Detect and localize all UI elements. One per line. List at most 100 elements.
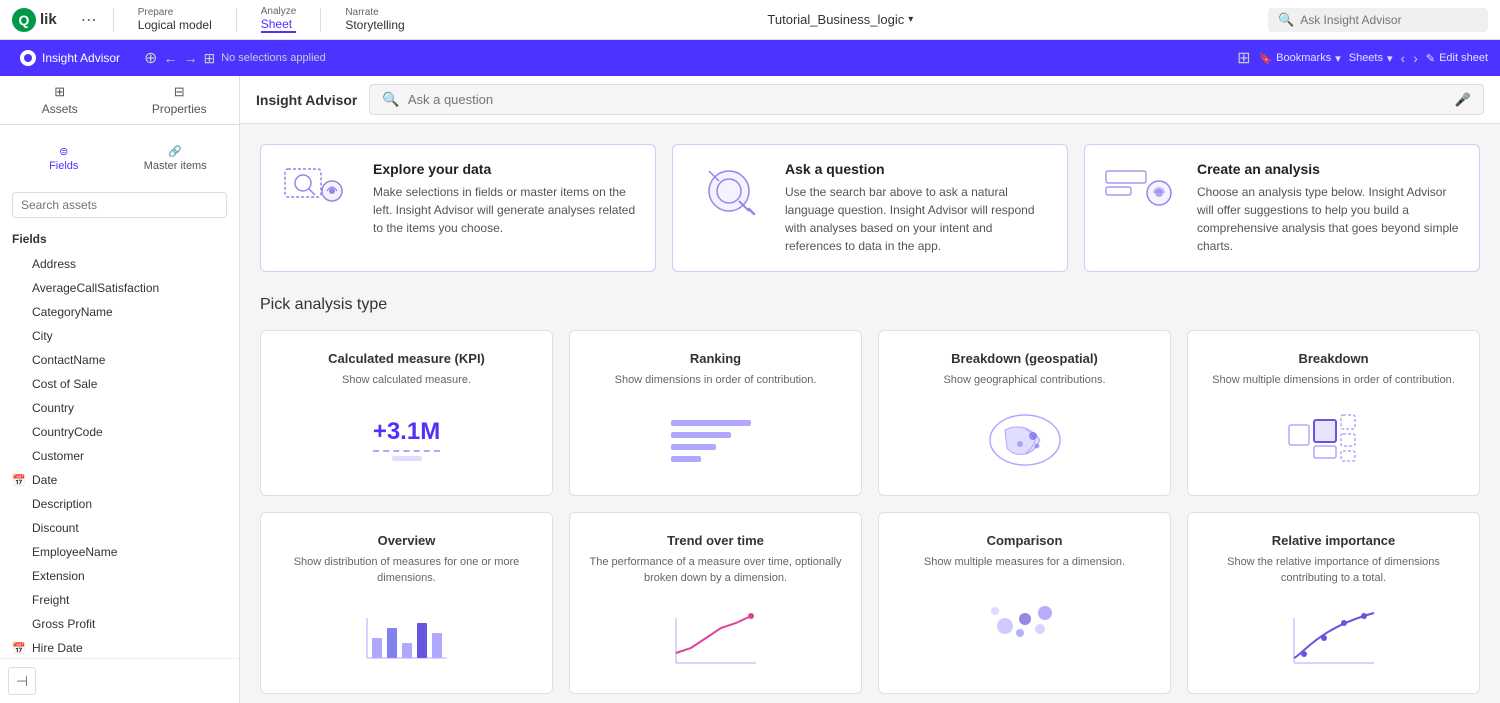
- prepare-nav-item[interactable]: Prepare Logical model: [130, 7, 220, 32]
- smart-search-icon[interactable]: ⊕: [144, 48, 157, 68]
- insight-advisor-title: Insight Advisor: [256, 92, 357, 108]
- field-item[interactable]: Customer: [0, 444, 239, 468]
- ask-insight-advisor-search[interactable]: 🔍: [1268, 8, 1488, 32]
- analysis-type-card[interactable]: Overview Show distribution of measures f…: [260, 512, 553, 694]
- collapse-sidebar-button[interactable]: ⊣: [8, 667, 36, 695]
- info-card-title: Explore your data: [373, 161, 639, 177]
- analysis-card-visual: +3.1M: [277, 405, 536, 475]
- info-card-icon: [277, 161, 357, 221]
- breakdown-visual: [1284, 410, 1384, 470]
- field-item[interactable]: CountryCode: [0, 420, 239, 444]
- properties-tab[interactable]: ⊟ Properties: [120, 76, 240, 124]
- field-item[interactable]: Description: [0, 492, 239, 516]
- chevron-down-icon: ▾: [908, 14, 913, 25]
- grid-view-icon[interactable]: ⊞: [1237, 48, 1250, 68]
- search-assets-container: [0, 184, 239, 226]
- field-item[interactable]: Gross Profit: [0, 612, 239, 636]
- field-item[interactable]: City: [0, 324, 239, 348]
- sheets-button[interactable]: Sheets ▾: [1349, 52, 1393, 65]
- properties-icon: ⊟: [174, 84, 185, 100]
- field-item[interactable]: AverageCallSatisfaction: [0, 276, 239, 300]
- edit-sheet-button[interactable]: ✎ Edit sheet: [1426, 52, 1488, 65]
- field-item[interactable]: 📅Date: [0, 468, 239, 492]
- dots-menu-icon[interactable]: ⋯: [81, 10, 97, 30]
- field-item[interactable]: ContactName: [0, 348, 239, 372]
- qlik-q-icon: Q: [12, 8, 36, 32]
- analysis-type-card[interactable]: Ranking Show dimensions in order of cont…: [569, 330, 862, 496]
- info-card-desc: Make selections in fields or master item…: [373, 183, 639, 237]
- pencil-icon: ✎: [1426, 52, 1435, 65]
- field-item[interactable]: CategoryName: [0, 300, 239, 324]
- sidebar-item-fields[interactable]: ⊜ Fields: [8, 137, 120, 180]
- relative-importance-visual: [1284, 608, 1384, 668]
- analysis-card-desc: Show dimensions in order of contribution…: [586, 372, 845, 389]
- ranking-visual: [666, 410, 766, 470]
- analyze-nav-item[interactable]: Analyze Sheet: [253, 6, 305, 33]
- sidebar-tabs: ⊞ Assets ⊟ Properties: [0, 76, 239, 125]
- analysis-type-card[interactable]: Comparison Show multiple measures for a …: [878, 512, 1171, 694]
- ia-search-bar[interactable]: 🔍 🎤: [369, 84, 1484, 115]
- field-item[interactable]: Freight: [0, 588, 239, 612]
- analysis-type-card[interactable]: Calculated measure (KPI) Show calculated…: [260, 330, 553, 496]
- field-item[interactable]: Address: [0, 252, 239, 276]
- analysis-card-visual: [277, 603, 536, 673]
- search-icon: 🔍: [382, 91, 399, 108]
- assets-tab[interactable]: ⊞ Assets: [0, 76, 120, 124]
- no-selections-text: No selections applied: [221, 52, 326, 64]
- nav-next-icon[interactable]: ›: [1413, 50, 1418, 66]
- analysis-card-desc: Show multiple dimensions in order of con…: [1204, 372, 1463, 389]
- toolbar-actions: ⊕ ← → ⊞ No selections applied: [136, 48, 334, 68]
- prepare-value: Logical model: [138, 18, 212, 32]
- analysis-card-title: Relative importance: [1204, 533, 1463, 548]
- analysis-type-card[interactable]: Relative importance Show the relative im…: [1187, 512, 1480, 694]
- analysis-card-visual: [586, 405, 845, 475]
- analysis-card-title: Comparison: [895, 533, 1154, 548]
- analysis-type-card[interactable]: Breakdown Show multiple dimensions in or…: [1187, 330, 1480, 496]
- main-layout: ⊞ Assets ⊟ Properties ⊜ Fields 🔗 Master …: [0, 76, 1500, 703]
- analysis-card-title: Breakdown (geospatial): [895, 351, 1154, 366]
- info-card-desc: Choose an analysis type below. Insight A…: [1197, 183, 1463, 255]
- field-item[interactable]: Extension: [0, 564, 239, 588]
- sidebar-nav: ⊜ Fields 🔗 Master items: [0, 125, 239, 184]
- analysis-card-desc: Show the relative importance of dimensio…: [1204, 554, 1463, 587]
- info-card: Ask a question Use the search bar above …: [672, 144, 1068, 272]
- insight-advisor-toolbar: Insight Advisor ⊕ ← → ⊞ No selections ap…: [0, 40, 1500, 76]
- nav-prev-icon[interactable]: ‹: [1401, 50, 1406, 66]
- field-item[interactable]: 📅Hire Date: [0, 636, 239, 658]
- fields-icon: ⊜: [59, 145, 68, 158]
- fields-header: Fields: [0, 226, 239, 252]
- bookmarks-button[interactable]: 🔖 Bookmarks ▾: [1258, 52, 1340, 65]
- analysis-card-visual: [1204, 405, 1463, 475]
- qlik-logo: Q lik: [12, 8, 57, 32]
- field-item[interactable]: Cost of Sale: [0, 372, 239, 396]
- sidebar-item-master-items[interactable]: 🔗 Master items: [120, 137, 232, 180]
- microphone-icon[interactable]: 🎤: [1455, 92, 1471, 108]
- analysis-card-desc: Show multiple measures for a dimension.: [895, 554, 1154, 571]
- back-icon[interactable]: ←: [163, 50, 177, 66]
- analyze-label: Analyze: [261, 6, 297, 17]
- analysis-card-desc: Show geographical contributions.: [895, 372, 1154, 389]
- field-item[interactable]: EmployeeName: [0, 540, 239, 564]
- ia-search-input[interactable]: [408, 92, 1447, 107]
- field-item[interactable]: Discount: [0, 516, 239, 540]
- grid-icon[interactable]: ⊞: [203, 50, 215, 67]
- chevron-down-icon: ▾: [1335, 52, 1341, 65]
- search-assets-input[interactable]: [12, 192, 227, 218]
- left-sidebar: ⊞ Assets ⊟ Properties ⊜ Fields 🔗 Master …: [0, 76, 240, 703]
- analysis-type-card[interactable]: Trend over time The performance of a mea…: [569, 512, 862, 694]
- narrate-nav-item[interactable]: Narrate Storytelling: [337, 7, 412, 32]
- analysis-card-visual: [895, 405, 1154, 475]
- forward-icon[interactable]: →: [183, 50, 197, 66]
- analysis-card-visual: [586, 603, 845, 673]
- insight-advisor-button[interactable]: Insight Advisor: [12, 46, 128, 70]
- info-card: Explore your data Make selections in fie…: [260, 144, 656, 272]
- field-item[interactable]: Country: [0, 396, 239, 420]
- nav-divider-1: [113, 8, 114, 32]
- analysis-type-card[interactable]: Breakdown (geospatial) Show geographical…: [878, 330, 1171, 496]
- search-input-top[interactable]: [1300, 13, 1478, 27]
- analysis-grid: Calculated measure (KPI) Show calculated…: [260, 330, 1480, 694]
- app-title[interactable]: Tutorial_Business_logic ▾: [429, 12, 1252, 27]
- field-type-icon: 📅: [12, 474, 26, 487]
- analysis-card-title: Ranking: [586, 351, 845, 366]
- pick-analysis-title: Pick analysis type: [260, 296, 1480, 314]
